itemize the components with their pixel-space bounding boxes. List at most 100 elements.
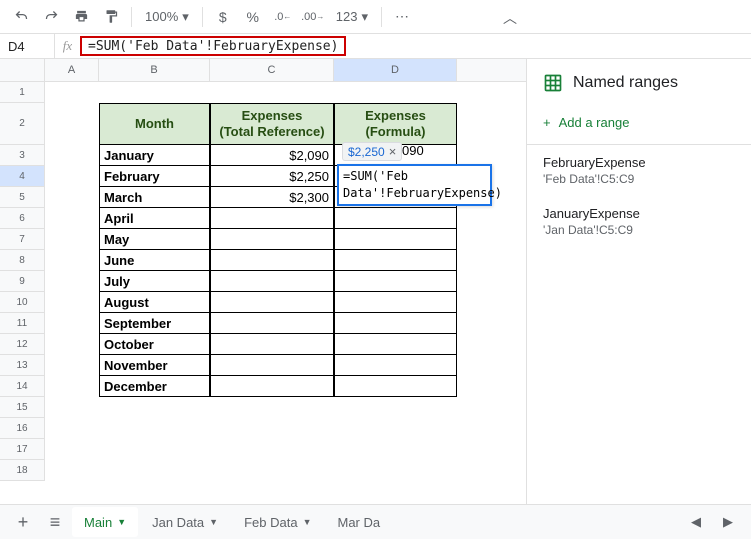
add-range-button[interactable]: + Add a range <box>527 105 751 145</box>
decrease-decimal-button[interactable]: .0← <box>270 4 296 30</box>
print-button[interactable] <box>68 4 94 30</box>
tab-scroll-left-button[interactable]: ◀ <box>681 507 711 537</box>
format-currency-button[interactable]: $ <box>210 4 236 30</box>
row-header[interactable]: 4 <box>0 166 45 187</box>
cell[interactable] <box>45 397 99 418</box>
cell[interactable] <box>334 292 457 313</box>
row-header[interactable]: 6 <box>0 208 45 229</box>
row-header[interactable]: 17 <box>0 439 45 460</box>
col-header-b[interactable]: B <box>99 59 210 81</box>
active-cell-ref[interactable]: D4 <box>0 34 55 58</box>
cell[interactable] <box>334 376 457 397</box>
cell[interactable] <box>45 82 99 103</box>
cell[interactable] <box>210 250 334 271</box>
all-sheets-button[interactable]: ≡ <box>40 507 70 537</box>
cell[interactable] <box>45 313 99 334</box>
row-header[interactable]: 11 <box>0 313 45 334</box>
row-header[interactable]: 9 <box>0 271 45 292</box>
cell[interactable] <box>45 292 99 313</box>
row-header[interactable]: 14 <box>0 376 45 397</box>
cell-expense[interactable]: $2,090 <box>210 145 334 166</box>
cell[interactable] <box>210 292 334 313</box>
paint-format-button[interactable] <box>98 4 124 30</box>
cell[interactable] <box>45 355 99 376</box>
cell[interactable] <box>334 82 457 103</box>
cell[interactable] <box>45 187 99 208</box>
cell[interactable] <box>45 229 99 250</box>
col-header-c[interactable]: C <box>210 59 334 81</box>
cell[interactable] <box>45 334 99 355</box>
cell[interactable] <box>210 313 334 334</box>
cell-month[interactable]: March <box>99 187 210 208</box>
formula-input[interactable]: =SUM('Feb Data'!FebruaryExpense) <box>80 36 346 56</box>
cell-expense[interactable]: $2,250 <box>210 166 334 187</box>
cell[interactable] <box>45 439 99 460</box>
cell[interactable] <box>210 418 334 439</box>
tab-mar-data[interactable]: Mar Da <box>325 507 392 537</box>
cell[interactable] <box>210 355 334 376</box>
cell[interactable] <box>99 460 210 481</box>
cell[interactable] <box>99 418 210 439</box>
tab-main[interactable]: Main▼ <box>72 507 138 537</box>
header-expenses-formula[interactable]: Expenses(Formula) <box>334 103 457 145</box>
cell-month[interactable]: December <box>99 376 210 397</box>
cell[interactable] <box>210 397 334 418</box>
cell-editor[interactable]: =SUM('Feb Data'!FebruaryExpense) <box>337 164 492 206</box>
spreadsheet[interactable]: A B C D 1 2MonthExpenses(Total Reference… <box>0 59 526 504</box>
cell[interactable] <box>210 439 334 460</box>
cell[interactable] <box>334 229 457 250</box>
row-header[interactable]: 5 <box>0 187 45 208</box>
tab-jan-data[interactable]: Jan Data▼ <box>140 507 230 537</box>
row-header[interactable]: 18 <box>0 460 45 481</box>
zoom-dropdown[interactable]: 100%▾ <box>139 9 195 25</box>
named-range-item[interactable]: JanuaryExpense 'Jan Data'!C5:C9 <box>527 196 751 247</box>
cell[interactable] <box>334 418 457 439</box>
cell[interactable] <box>210 376 334 397</box>
row-header[interactable]: 15 <box>0 397 45 418</box>
cell-month[interactable]: February <box>99 166 210 187</box>
named-range-item[interactable]: FebruaryExpense 'Feb Data'!C5:C9 <box>527 145 751 196</box>
row-header[interactable]: 1 <box>0 82 45 103</box>
cell[interactable] <box>210 229 334 250</box>
more-toolbar-button[interactable]: ⋯ <box>389 4 415 30</box>
tab-scroll-right-button[interactable]: ▶ <box>713 507 743 537</box>
cell[interactable] <box>45 166 99 187</box>
row-header[interactable]: 13 <box>0 355 45 376</box>
cell-month[interactable]: April <box>99 208 210 229</box>
cell[interactable] <box>334 271 457 292</box>
cell-month[interactable]: July <box>99 271 210 292</box>
cell[interactable] <box>45 271 99 292</box>
cell[interactable] <box>210 460 334 481</box>
cell[interactable] <box>45 418 99 439</box>
cell[interactable] <box>45 208 99 229</box>
cell[interactable] <box>45 376 99 397</box>
cell[interactable] <box>210 334 334 355</box>
cell[interactable] <box>334 460 457 481</box>
cell[interactable] <box>99 82 210 103</box>
cell[interactable] <box>45 145 99 166</box>
row-header[interactable]: 8 <box>0 250 45 271</box>
cell-month[interactable]: November <box>99 355 210 376</box>
cell-month[interactable]: January <box>99 145 210 166</box>
header-expenses-ref[interactable]: Expenses(Total Reference) <box>210 103 334 145</box>
close-preview-icon[interactable]: × <box>389 144 397 159</box>
row-header[interactable]: 10 <box>0 292 45 313</box>
row-header[interactable]: 16 <box>0 418 45 439</box>
add-sheet-button[interactable]: + <box>8 507 38 537</box>
cell[interactable] <box>210 82 334 103</box>
header-month[interactable]: Month <box>99 103 210 145</box>
format-percent-button[interactable]: % <box>240 4 266 30</box>
select-all-corner[interactable] <box>0 59 45 81</box>
cell-month[interactable]: June <box>99 250 210 271</box>
cell[interactable] <box>334 355 457 376</box>
cell-month[interactable]: August <box>99 292 210 313</box>
format-number-dropdown[interactable]: 123▾ <box>330 9 374 25</box>
cell[interactable] <box>334 439 457 460</box>
undo-button[interactable] <box>8 4 34 30</box>
cell-month[interactable]: September <box>99 313 210 334</box>
redo-button[interactable] <box>38 4 64 30</box>
cell[interactable] <box>334 250 457 271</box>
cell[interactable] <box>99 397 210 418</box>
cell[interactable] <box>334 397 457 418</box>
cell[interactable] <box>334 313 457 334</box>
